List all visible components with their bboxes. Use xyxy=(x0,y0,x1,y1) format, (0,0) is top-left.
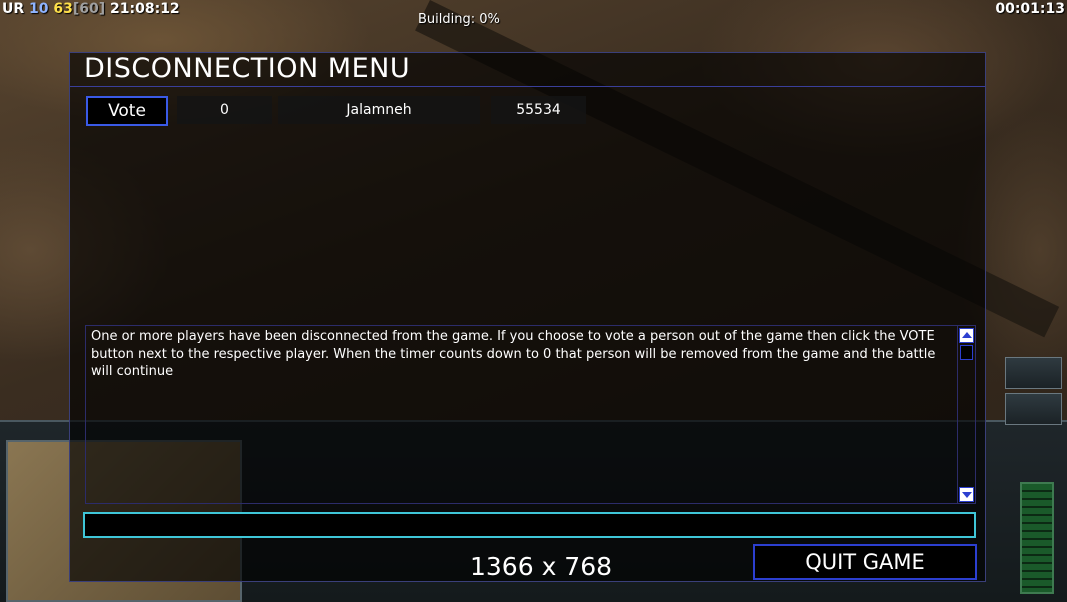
message-text: One or more players have been disconnect… xyxy=(91,329,936,379)
resolution-label: 1366 x 768 xyxy=(470,552,613,581)
hud-num1: 10 xyxy=(29,1,49,17)
vote-button[interactable]: Vote xyxy=(86,96,168,126)
scroll-down-icon[interactable] xyxy=(959,487,974,502)
building-status: Building: 0% xyxy=(418,12,500,27)
power-meter xyxy=(1020,482,1054,594)
hud-bracket: [60] xyxy=(72,1,106,17)
scroll-thumb[interactable] xyxy=(960,345,973,360)
player-name: Jalamneh xyxy=(278,96,480,124)
unit-build-button-2[interactable] xyxy=(1005,393,1062,425)
unit-build-button[interactable] xyxy=(1005,357,1062,389)
scroll-up-icon[interactable] xyxy=(959,328,974,343)
quit-game-button[interactable]: QUIT GAME xyxy=(753,544,977,580)
message-box: One or more players have been disconnect… xyxy=(85,325,976,504)
message-scrollbar[interactable] xyxy=(957,326,975,503)
hud-prefix: UR xyxy=(2,1,25,17)
player-value: 55534 xyxy=(491,96,586,124)
hud-stats: UR 10 63[60] 21:08:12 xyxy=(2,1,180,17)
hud-num2: 63 xyxy=(53,1,73,17)
player-slot-number: 0 xyxy=(177,96,272,124)
hud-clock: 21:08:12 xyxy=(110,1,180,17)
disconnection-dialog: DISCONNECTION MENU Vote 0 Jalamneh 55534… xyxy=(69,52,986,582)
game-timer: 00:01:13 xyxy=(995,1,1065,17)
title-divider xyxy=(70,86,985,87)
chat-input[interactable] xyxy=(83,512,976,538)
dialog-title: DISCONNECTION MENU xyxy=(84,53,411,84)
